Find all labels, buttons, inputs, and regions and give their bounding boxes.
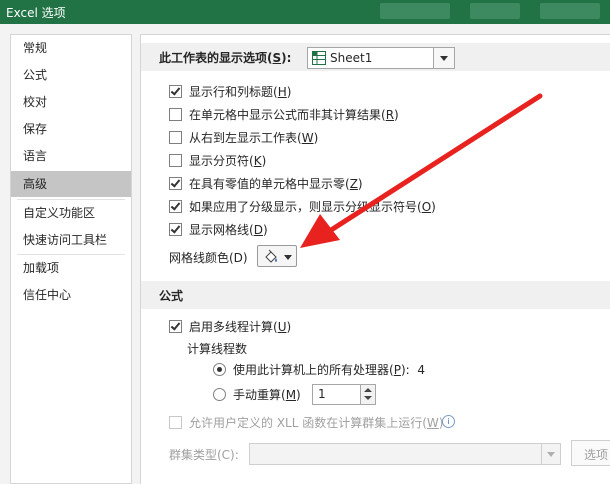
sidebar-item-advanced[interactable]: 高级 [11, 171, 131, 197]
manual-threads-value: 1 [318, 387, 326, 401]
checkbox[interactable] [169, 177, 182, 190]
chevron-down-icon [284, 255, 292, 260]
spinner-down-icon[interactable] [364, 396, 372, 400]
option-label: 显示行和列标题(H) [189, 85, 292, 99]
sheet-select-value: Sheet1 [330, 51, 373, 65]
cluster-options-button[interactable]: 选项 [571, 440, 610, 466]
checkbox[interactable] [169, 320, 182, 333]
radio-button[interactable] [213, 388, 226, 401]
sheet-select[interactable]: Sheet1 [307, 47, 455, 69]
sidebar-item-language[interactable]: 语言 [11, 143, 131, 169]
cluster-type-label: 群集类型(C): [169, 448, 239, 462]
checkbox[interactable] [169, 154, 182, 167]
checkbox[interactable] [169, 131, 182, 144]
sidebar-item-save[interactable]: 保存 [11, 116, 131, 142]
calc-threads-label: 计算线程数 [187, 342, 248, 356]
info-icon: i [442, 415, 455, 428]
formula-section-header: 公式 [141, 281, 610, 309]
option-label: 在单元格中显示公式而非其计算结果(R) [189, 108, 399, 122]
option-label: 显示网格线(D) [189, 223, 268, 237]
spinner-arrows[interactable] [360, 385, 375, 404]
options-main-panel: 此工作表的显示选项(S): Sheet1 显示行和列标题(H) 在单元格中显示公… [140, 34, 610, 484]
option-label: 允许用户定义的 XLL 函数在计算群集上运行(W) [189, 416, 444, 430]
checkbox[interactable] [169, 416, 182, 429]
checkbox[interactable] [169, 85, 182, 98]
gridline-color-button[interactable] [257, 245, 297, 267]
title-bar-blur [540, 3, 600, 19]
checkbox[interactable] [169, 223, 182, 236]
option-label: 如果应用了分级显示，则显示分级显示符号(O) [189, 200, 436, 214]
sidebar-item-quick-access-toolbar[interactable]: 快速访问工具栏 [11, 227, 131, 253]
title-bar-blur [380, 3, 450, 19]
cluster-options-button-label: 选项 [584, 448, 609, 462]
sheet-icon [312, 51, 326, 65]
option-label: 手动重算(M) [233, 388, 301, 402]
formula-section-title: 公式 [159, 289, 184, 303]
chevron-down-icon [440, 56, 448, 61]
window-title: Excel 选项 [6, 6, 66, 20]
manual-threads-spinner[interactable]: 1 [312, 384, 376, 405]
option-label: 使用此计算机上的所有处理器(P): 4 [233, 363, 425, 377]
radio-button[interactable] [213, 363, 226, 376]
processor-count: 4 [417, 363, 425, 377]
paint-bucket-icon [265, 249, 277, 263]
worksheet-display-label: 此工作表的显示选项(S): [159, 51, 292, 65]
checkbox[interactable] [169, 108, 182, 121]
chevron-down-icon [547, 452, 555, 457]
option-label: 显示分页符(K) [189, 154, 267, 168]
sidebar-item-customize-ribbon[interactable]: 自定义功能区 [11, 200, 131, 226]
options-sidebar: 常规 公式 校对 保存 语言 高级 自定义功能区 快速访问工具栏 加载项 信任中… [10, 34, 132, 484]
sidebar-item-trust-center[interactable]: 信任中心 [11, 282, 131, 308]
sidebar-item-formulas[interactable]: 公式 [11, 62, 131, 88]
sidebar-item-general[interactable]: 常规 [11, 35, 131, 61]
title-bar-blur [470, 3, 520, 19]
title-bar: Excel 选项 [0, 0, 610, 24]
cluster-type-dropdown-button[interactable] [541, 444, 560, 464]
spinner-up-icon[interactable] [364, 388, 372, 392]
sheet-select-dropdown-button[interactable] [433, 48, 454, 68]
gridline-color-label: 网格线颜色(D) [169, 251, 248, 265]
option-label: 在具有零值的单元格中显示零(Z) [189, 177, 363, 191]
option-label: 从右到左显示工作表(W) [189, 131, 319, 145]
sidebar-item-add-ins[interactable]: 加载项 [11, 255, 131, 281]
cluster-type-select[interactable] [249, 443, 561, 465]
checkbox[interactable] [169, 200, 182, 213]
sidebar-item-proofing[interactable]: 校对 [11, 89, 131, 115]
option-label: 启用多线程计算(U) [189, 320, 292, 334]
